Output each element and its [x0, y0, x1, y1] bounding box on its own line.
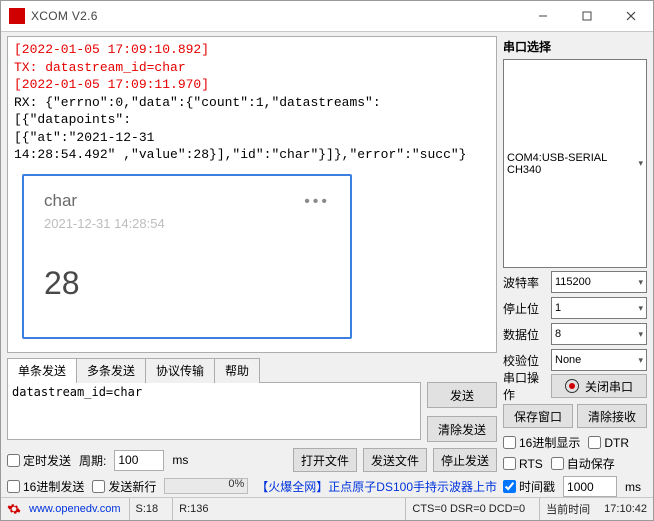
stopbit-label: 停止位 — [503, 300, 547, 317]
parity-select[interactable]: None▾ — [551, 349, 647, 371]
port-section-title: 串口选择 — [503, 38, 647, 55]
progress-text: 0% — [228, 478, 244, 490]
chevron-down-icon: ▾ — [638, 329, 643, 340]
clear-receive-button[interactable]: 清除接收 — [577, 404, 647, 428]
stop-send-button[interactable]: 停止发送 — [433, 448, 497, 472]
vendor-link[interactable]: www.openedv.com — [29, 503, 121, 515]
period-label: 周期: — [79, 452, 106, 469]
recv-count: R:136 — [172, 498, 214, 520]
card-menu-icon[interactable]: ••• — [304, 191, 330, 213]
time-label: 当前时间 — [539, 498, 596, 520]
log-line: [2022-01-05 17:09:11.970] — [14, 76, 490, 94]
clear-send-button[interactable]: 清除发送 — [427, 416, 497, 442]
log-line: [2022-01-05 17:09:10.892] — [14, 41, 490, 59]
log-line: [{"at":"2021-12-31 — [14, 129, 490, 147]
dtr-checkbox[interactable]: DTR — [588, 436, 629, 450]
autosave-checkbox[interactable]: 自动保存 — [551, 455, 615, 472]
period-input[interactable] — [114, 450, 164, 471]
log-line: TX: datastream_id=char — [14, 59, 490, 77]
databit-select[interactable]: 8▾ — [551, 323, 647, 345]
card-timestamp: 2021-12-31 14:28:54 — [44, 215, 330, 233]
rts-checkbox[interactable]: RTS — [503, 457, 543, 471]
timed-send-checkbox[interactable]: 定时发送 — [7, 452, 71, 469]
ms-unit: ms — [625, 480, 641, 494]
maximize-button[interactable] — [565, 1, 609, 31]
chevron-down-icon: ▾ — [638, 303, 643, 314]
titlebar: XCOM V2.6 — [1, 1, 653, 32]
port-op-label: 串口操作 — [503, 369, 547, 403]
left-pane: [2022-01-05 17:09:10.892] TX: datastream… — [7, 36, 497, 497]
window-title: XCOM V2.6 — [31, 9, 98, 23]
signal-status: CTS=0 DSR=0 DCD=0 — [405, 498, 531, 520]
period-unit: ms — [172, 453, 188, 467]
send-tabs: 单条发送 多条发送 协议传输 帮助 — [7, 358, 497, 382]
current-time: 17:10:42 — [604, 503, 647, 515]
send-newline-checkbox[interactable]: 发送新行 — [92, 478, 156, 495]
send-textarea[interactable]: datastream_id=char — [7, 382, 421, 440]
port-status-icon — [565, 379, 579, 393]
receive-terminal[interactable]: [2022-01-05 17:09:10.892] TX: datastream… — [7, 36, 497, 353]
serial-settings-panel: 串口选择 COM4:USB-SERIAL CH340▾ 波特率 115200▾ … — [503, 36, 647, 497]
send-file-button[interactable]: 发送文件 — [363, 448, 427, 472]
open-file-button[interactable]: 打开文件 — [293, 448, 357, 472]
baud-label: 波特率 — [503, 274, 547, 291]
close-button[interactable] — [609, 1, 653, 31]
chevron-down-icon: ▾ — [638, 277, 643, 288]
chevron-down-icon: ▾ — [638, 158, 643, 169]
save-window-button[interactable]: 保存窗口 — [503, 404, 573, 428]
minimize-button[interactable] — [521, 1, 565, 31]
log-line: 14:28:54.492" ,"value":28}],"id":"char"}… — [14, 146, 490, 164]
tab-multi-send[interactable]: 多条发送 — [76, 358, 146, 383]
statusbar: www.openedv.com S:18 R:136 CTS=0 DSR=0 D… — [1, 497, 653, 520]
send-progress: 0% — [164, 478, 248, 494]
tab-single-send[interactable]: 单条发送 — [7, 358, 77, 383]
ad-link[interactable]: 【火爆全网】正点原子DS100手持示波器上市 — [256, 478, 497, 495]
card-title: char — [44, 190, 77, 213]
hex-send-checkbox[interactable]: 16进制发送 — [7, 478, 84, 495]
parity-label: 校验位 — [503, 352, 547, 369]
send-text: datastream_id=char — [12, 385, 142, 399]
sent-count: S:18 — [129, 498, 165, 520]
datastream-card: char ••• 2021-12-31 14:28:54 28 — [22, 174, 352, 339]
databit-label: 数据位 — [503, 326, 547, 343]
log-line: RX: {"errno":0,"data":{"count":1,"datast… — [14, 94, 490, 129]
toggle-port-button[interactable]: 关闭串口 — [551, 374, 647, 398]
app-window: XCOM V2.6 [2022-01-05 17:09:10.892] TX: … — [0, 0, 654, 521]
chevron-down-icon: ▾ — [638, 355, 643, 366]
send-button[interactable]: 发送 — [427, 382, 497, 408]
tab-protocol[interactable]: 协议传输 — [145, 358, 215, 383]
timestamp-interval-input[interactable] — [563, 476, 617, 497]
hex-display-checkbox[interactable]: 16进制显示 — [503, 434, 580, 451]
timestamp-checkbox[interactable]: 时间戳 — [503, 478, 555, 495]
tab-help[interactable]: 帮助 — [214, 358, 260, 383]
stopbit-select[interactable]: 1▾ — [551, 297, 647, 319]
baud-select[interactable]: 115200▾ — [551, 271, 647, 293]
port-select[interactable]: COM4:USB-SERIAL CH340▾ — [503, 59, 647, 268]
card-value: 28 — [44, 262, 330, 305]
app-logo-icon — [9, 8, 25, 24]
gear-icon[interactable] — [7, 502, 21, 516]
